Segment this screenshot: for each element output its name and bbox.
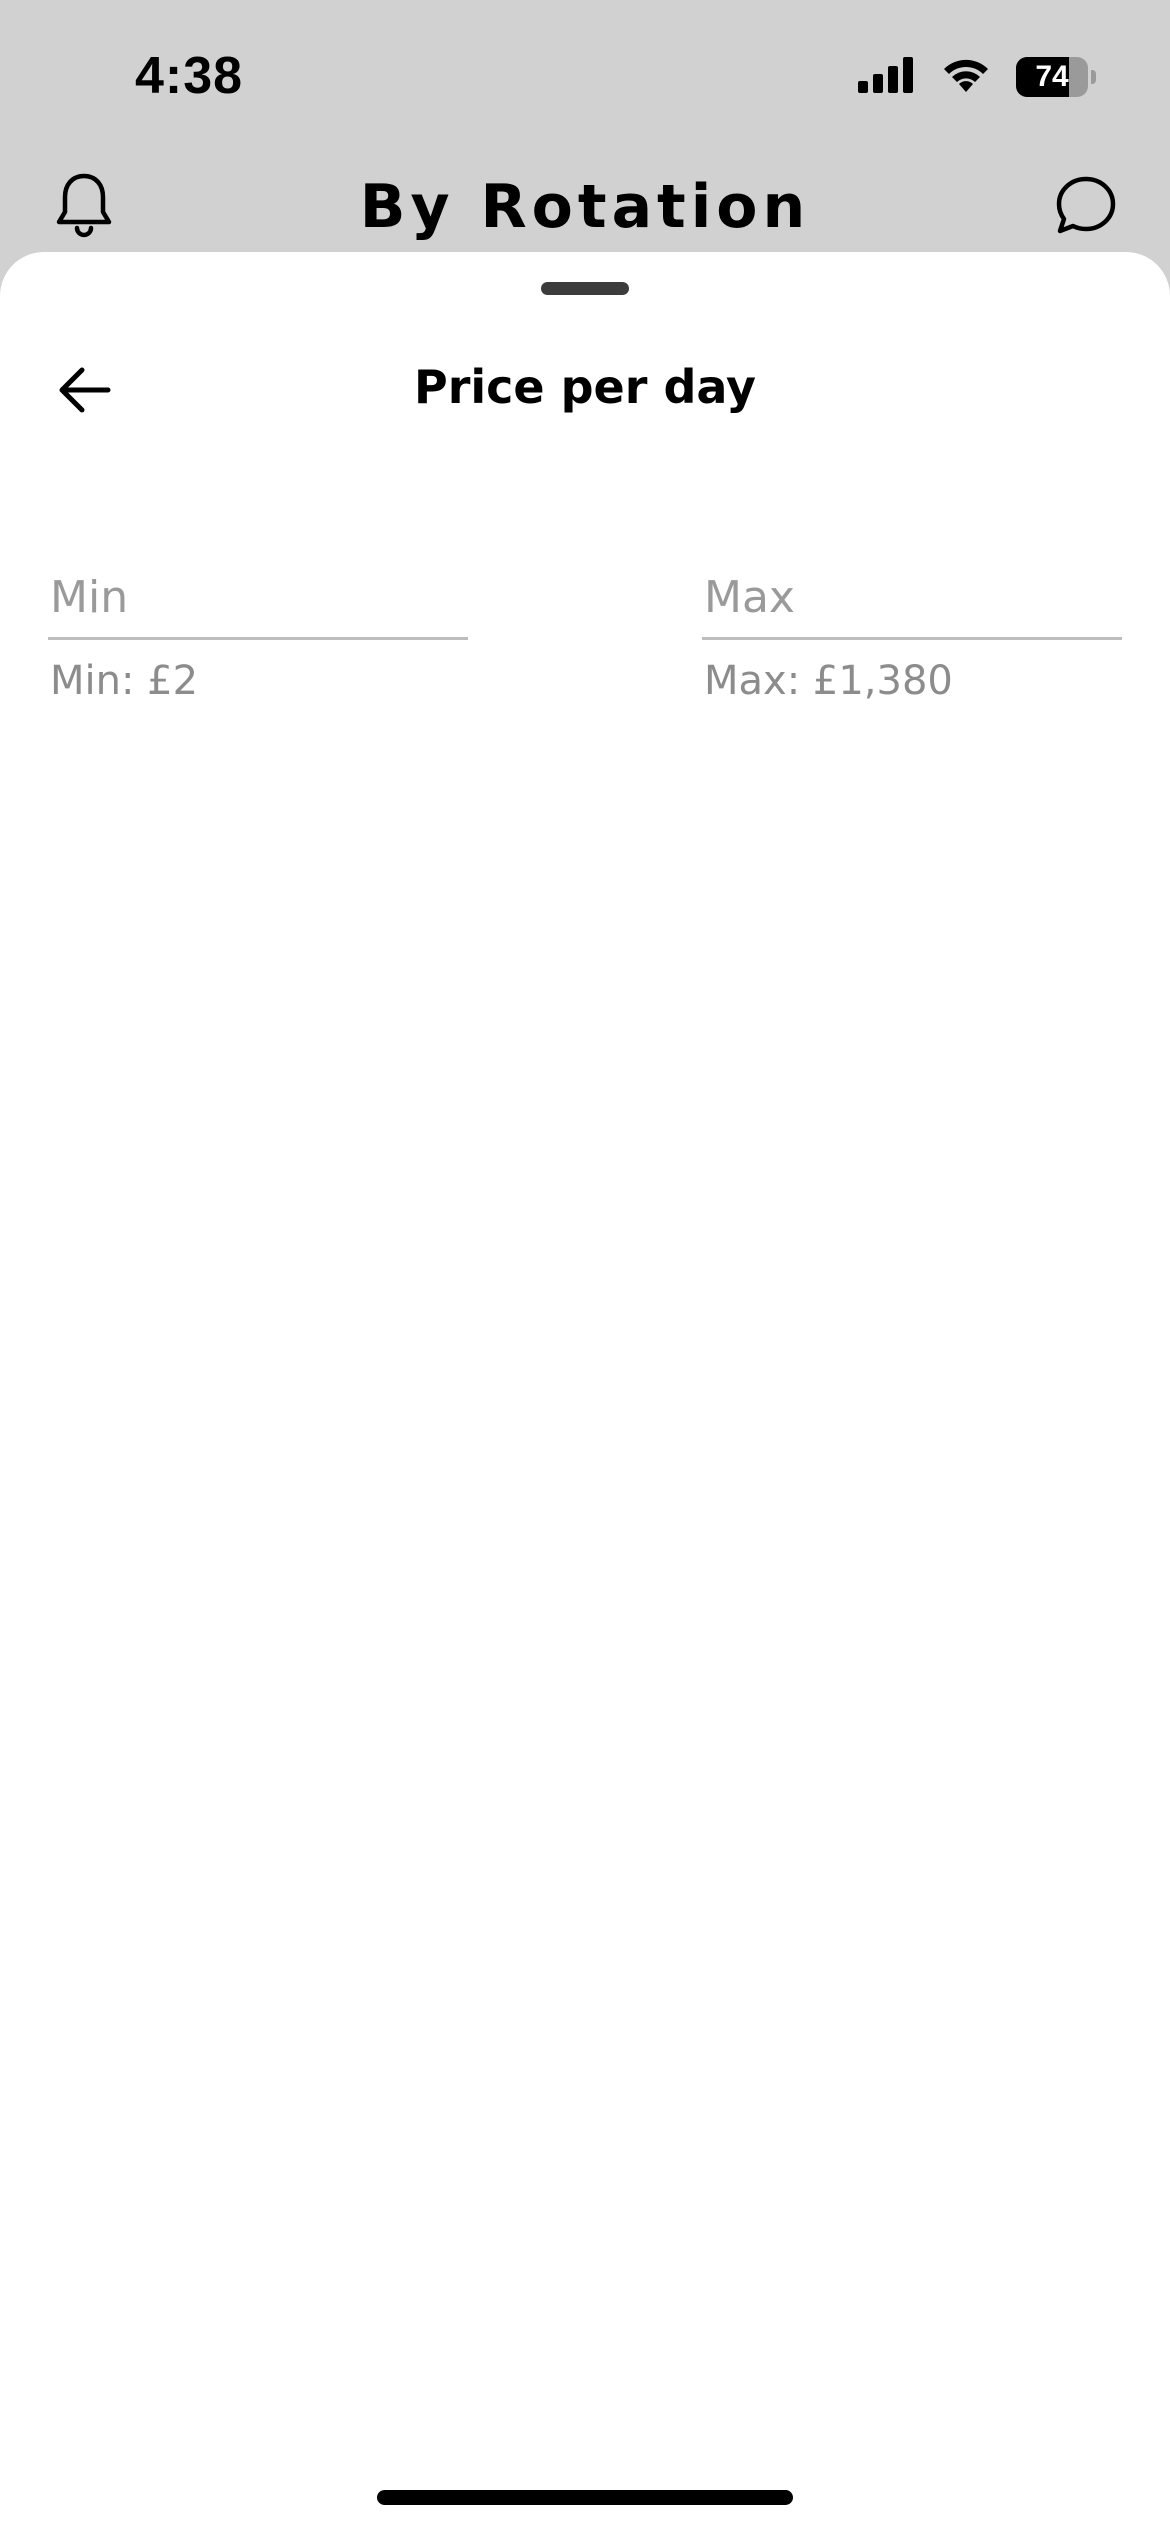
min-price-field: Min: £2 [48,572,468,704]
price-filter-sheet: Price per day Min: £2 Max: £1,380 [0,252,1170,2532]
battery-icon: 74 [1016,57,1096,97]
max-price-input[interactable] [702,572,1122,640]
min-price-input[interactable] [48,572,468,640]
home-indicator[interactable] [377,2490,793,2505]
max-price-hint: Max: £1,380 [704,658,953,704]
min-price-hint: Min: £2 [50,658,199,704]
signal-icon [858,57,916,97]
max-price-field: Max: £1,380 [702,572,1122,704]
app-title: By Rotation [359,172,811,242]
app-header: By Rotation [0,150,1170,260]
sheet-title: Price per day [413,360,756,414]
status-bar: 4:38 74 [0,0,1170,150]
chat-bubble-icon[interactable] [1050,170,1122,242]
wifi-icon [940,56,992,98]
status-icons: 74 [858,52,1096,102]
status-time: 4:38 [135,47,244,105]
sheet-grabber[interactable] [541,282,629,295]
battery-percent: 74 [1035,60,1069,93]
